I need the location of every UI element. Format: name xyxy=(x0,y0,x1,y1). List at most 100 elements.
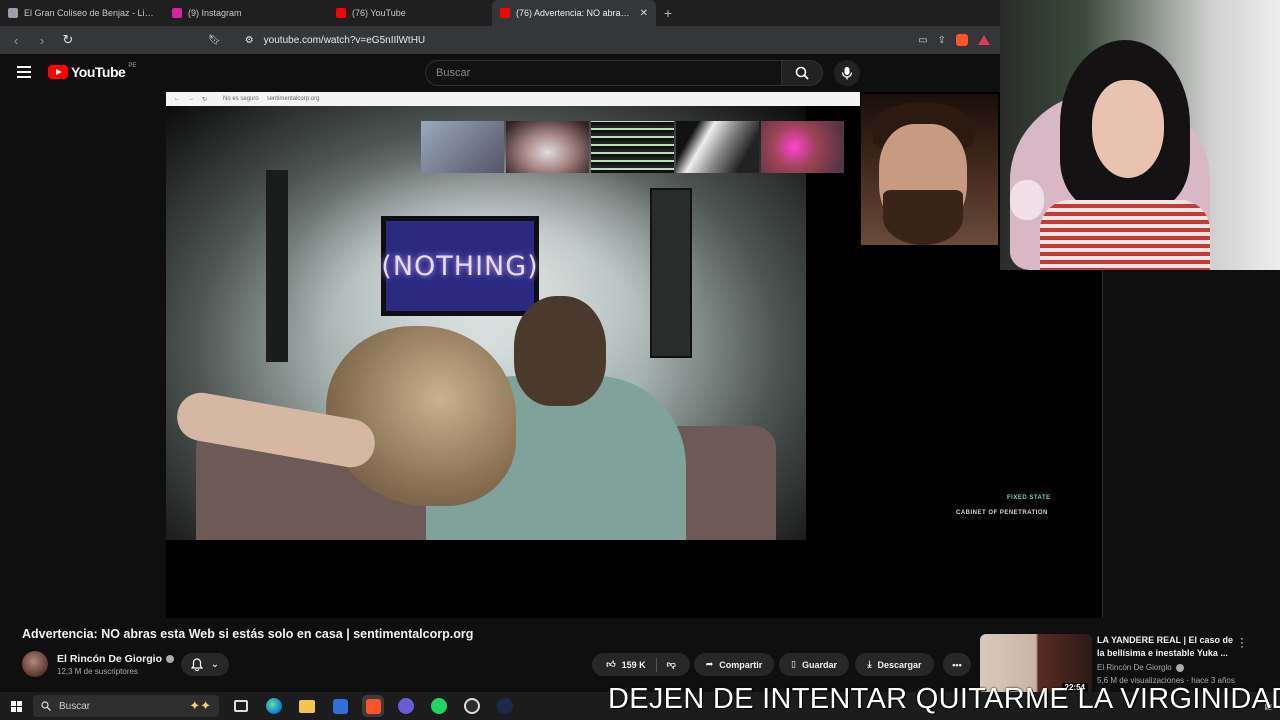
inner-forward-icon: → xyxy=(188,96,194,102)
forward-icon[interactable]: › xyxy=(34,33,50,48)
taskbar-search-placeholder: Buscar xyxy=(59,700,91,712)
discord-icon[interactable] xyxy=(395,695,417,717)
youtube-play-icon xyxy=(48,65,68,79)
suggested-channel[interactable]: El Rincón De Giorgio xyxy=(1097,663,1184,672)
channel-name-text: El Rincón De Giorgio xyxy=(57,653,163,665)
store-icon[interactable] xyxy=(329,695,351,717)
cast-icon[interactable]: ▭ xyxy=(918,35,927,46)
notification-button[interactable]: ⌄ xyxy=(181,653,229,676)
tab-label: (76) Advertencia: NO abras esta Web xyxy=(516,8,634,18)
youtube-icon xyxy=(500,8,510,18)
like-count[interactable]: 159 K xyxy=(622,660,646,670)
youtube-icon xyxy=(336,8,346,18)
tab-advertencia[interactable]: (76) Advertencia: NO abras esta Web ✕ xyxy=(492,0,656,26)
search-icon xyxy=(41,701,51,711)
url-actions: ▭ ⇪ xyxy=(918,34,990,46)
download-button[interactable]: ⤓ Descargar xyxy=(855,653,934,676)
close-tab-icon[interactable]: ✕ xyxy=(640,8,648,19)
brave-rewards-icon[interactable] xyxy=(978,35,990,45)
youtube-logo[interactable]: YouTube PE xyxy=(48,63,137,80)
avatar[interactable] xyxy=(22,651,48,677)
plush-toy xyxy=(1010,180,1044,220)
streamer-webcam xyxy=(861,94,998,245)
inner-url: sentimentalcorp.org xyxy=(266,96,320,102)
bookmark-icon: ▯ xyxy=(791,659,796,669)
steam-icon[interactable] xyxy=(494,695,516,717)
cabinet-text: CABINET OF PENETRATION xyxy=(956,510,1048,516)
menu-icon[interactable] xyxy=(17,66,31,78)
taskbar-search-input[interactable]: Buscar ✦✦ xyxy=(33,695,219,717)
suggested-title[interactable]: LA YANDERE REAL | El caso de la bellísim… xyxy=(1097,634,1237,660)
url-text: youtube.com/watch?v=eG5nIIlWtHU xyxy=(263,34,426,46)
back-icon[interactable]: ‹ xyxy=(8,33,24,48)
spotify-icon[interactable] xyxy=(428,695,450,717)
brave-icon[interactable] xyxy=(362,695,384,717)
share-page-icon[interactable]: ⇪ xyxy=(938,35,946,46)
channel-name[interactable]: El Rincón De Giorgio xyxy=(57,653,175,665)
bell-icon xyxy=(190,658,203,671)
thumbs-up-icon[interactable]: 👍︎ xyxy=(606,659,615,670)
thumbnail xyxy=(676,121,759,173)
instagram-icon xyxy=(172,8,182,18)
like-dislike-group: 👍︎ 159 K 👎︎ xyxy=(592,653,690,676)
browser-tab-bar: El Gran Coliseo de Benjaz - Liquipedia (… xyxy=(0,0,1000,26)
pinned-apps xyxy=(230,692,516,720)
tab-label: (9) Instagram xyxy=(188,8,242,18)
tab-liquipedia[interactable]: El Gran Coliseo de Benjaz - Liquipedia xyxy=(0,0,164,26)
url-field[interactable]: 🔖︎ ⚙︎ youtube.com/watch?v=eG5nIIlWtHU ▭ … xyxy=(208,30,990,50)
television: (NOTHING) xyxy=(381,216,539,316)
kebab-menu-icon[interactable]: · · · xyxy=(1238,632,1246,652)
thumbnail xyxy=(591,121,674,173)
new-tab-button[interactable]: + xyxy=(656,0,680,26)
save-button[interactable]: ▯ Guardar xyxy=(779,653,849,676)
share-button[interactable]: ➦ Compartir xyxy=(694,653,774,676)
bookmark-icon[interactable]: 🔖︎ xyxy=(208,35,221,46)
verified-icon xyxy=(166,655,175,663)
search-input[interactable]: Buscar xyxy=(425,60,782,86)
download-icon: ⤓ xyxy=(867,659,872,669)
inner-back-icon: ← xyxy=(174,96,180,102)
edge-icon[interactable] xyxy=(263,695,285,717)
share-label: Compartir xyxy=(719,659,763,670)
brave-shields-icon[interactable] xyxy=(956,34,968,46)
thumbnail xyxy=(506,121,589,173)
verified-icon xyxy=(1175,663,1184,672)
tab-label: El Gran Coliseo de Benjaz - Liquipedia xyxy=(24,8,156,18)
windows-start-icon[interactable] xyxy=(0,692,32,720)
site-info-icon[interactable]: ⚙︎ xyxy=(245,35,254,46)
right-speaker xyxy=(650,188,692,358)
subscriber-count: 12,3 M de suscriptores xyxy=(57,667,138,676)
tab-instagram[interactable]: (9) Instagram xyxy=(164,0,328,26)
thumbnail-strip xyxy=(421,121,844,173)
tab-youtube[interactable]: (76) YouTube xyxy=(328,0,492,26)
video-title: Advertencia: NO abras esta Web si estás … xyxy=(22,627,474,641)
country-code: PE xyxy=(128,63,137,69)
thumbnail xyxy=(761,121,844,173)
thumbs-down-icon[interactable]: 👎︎ xyxy=(667,659,676,670)
voice-search-button[interactable] xyxy=(834,60,860,86)
address-bar: ‹ › ↻ 🔖︎ ⚙︎ youtube.com/watch?v=eG5nIIlW… xyxy=(0,26,1000,54)
microphone-icon xyxy=(841,67,853,80)
suggested-channel-text: El Rincón De Giorgio xyxy=(1097,663,1172,672)
webcam-face xyxy=(1092,80,1164,178)
like-separator xyxy=(655,657,657,672)
search-placeholder: Buscar xyxy=(436,67,471,79)
youtube-header: YouTube PE Buscar xyxy=(0,54,1000,92)
webcam-shirt xyxy=(1040,200,1210,270)
man-head xyxy=(514,296,606,406)
share-icon: ➦ xyxy=(705,659,714,669)
search-button[interactable] xyxy=(781,60,823,86)
tab-label: (76) YouTube xyxy=(352,8,406,18)
left-speaker xyxy=(266,170,288,362)
divider xyxy=(1102,270,1103,618)
inner-browser-bar: ← → ↻ No es seguro sentimentalcorp.org xyxy=(166,92,860,106)
reload-icon[interactable]: ↻ xyxy=(60,32,76,48)
search-icon xyxy=(795,66,809,80)
obs-icon[interactable] xyxy=(461,695,483,717)
more-actions-button[interactable]: ••• xyxy=(943,653,971,676)
logo-text: YouTube xyxy=(71,64,126,80)
tv-text: (NOTHING) xyxy=(381,250,539,282)
task-view-icon[interactable] xyxy=(230,695,252,717)
file-explorer-icon[interactable] xyxy=(296,695,318,717)
inner-warning: No es seguro xyxy=(223,96,259,102)
